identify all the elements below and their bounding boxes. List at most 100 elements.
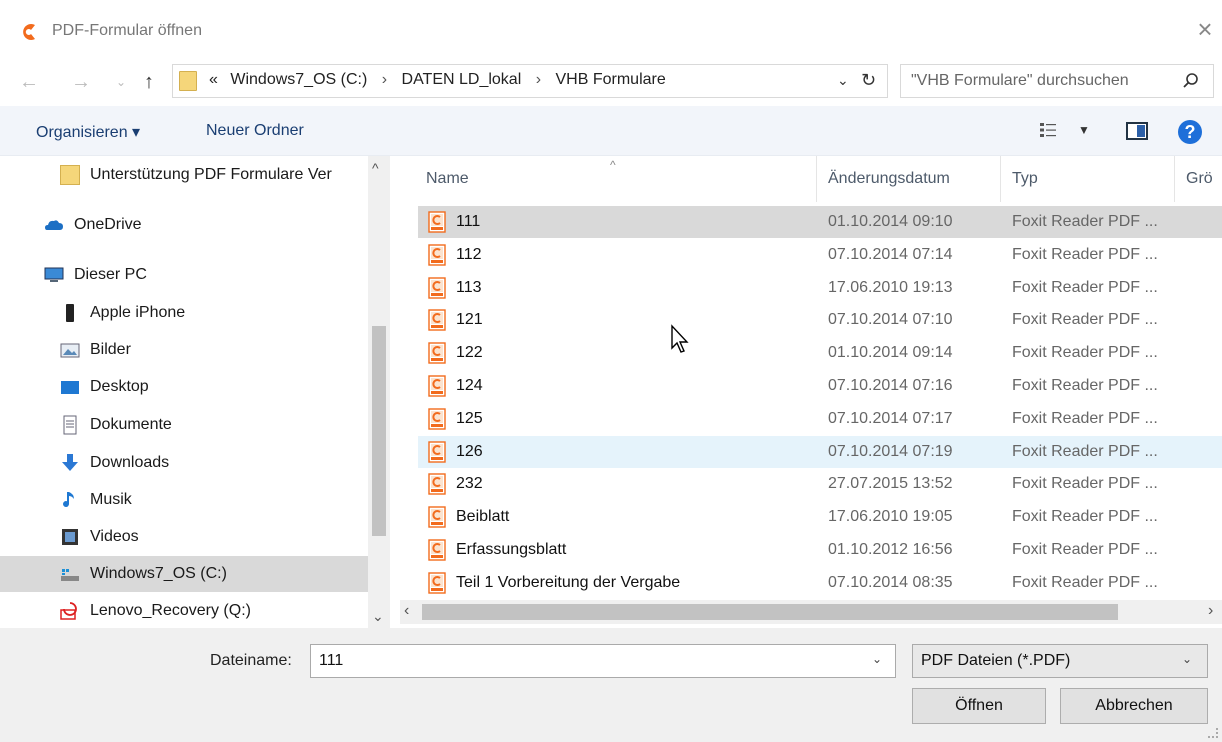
pdf-file-icon — [428, 309, 446, 331]
file-type: Foxit Reader PDF ... — [1012, 410, 1158, 427]
file-name: 124 — [456, 377, 483, 394]
column-header-size[interactable]: Grö — [1186, 170, 1213, 188]
nav-item-label: Desktop — [90, 378, 149, 395]
help-icon[interactable]: ? — [1178, 120, 1202, 144]
breadcrumb-overflow[interactable]: « — [209, 71, 218, 88]
breadcrumb-separator[interactable]: › — [536, 71, 541, 88]
file-type: Foxit Reader PDF ... — [1012, 574, 1158, 591]
file-type: Foxit Reader PDF ... — [1012, 377, 1158, 394]
column-header-date[interactable]: Änderungsdatum — [828, 170, 950, 188]
nav-item-musik[interactable]: Musik — [0, 483, 368, 517]
scroll-right-icon[interactable]: › — [1208, 602, 1213, 620]
chevron-down-icon[interactable]: ⌄ — [1182, 652, 1192, 666]
recent-locations-chevron-icon[interactable]: ⌄ — [110, 70, 132, 94]
back-arrow-icon[interactable]: ← — [18, 70, 40, 94]
filename-input[interactable]: 111 — [310, 644, 896, 678]
table-row[interactable]: 125 07.10.2014 07:17 Foxit Reader PDF ... — [418, 403, 1222, 435]
nav-item-unterstuetzung[interactable]: Unterstützung PDF Formulare Ver — [0, 158, 368, 192]
pdf-file-icon — [428, 539, 446, 561]
scroll-up-icon[interactable]: ^ — [372, 160, 379, 176]
nav-item-desktop[interactable]: Desktop — [0, 370, 368, 404]
nav-item-downloads[interactable]: Downloads — [0, 446, 368, 480]
table-row[interactable]: Teil 1 Vorbereitung der Vergabe 07.10.201… — [418, 567, 1222, 599]
nav-item-label: Musik — [90, 491, 132, 508]
column-divider[interactable] — [816, 156, 817, 202]
scrollbar-thumb[interactable] — [372, 326, 386, 536]
scrollbar-thumb[interactable] — [422, 604, 1118, 620]
file-type: Foxit Reader PDF ... — [1012, 213, 1158, 230]
table-row[interactable]: 111 01.10.2014 09:10 Foxit Reader PDF ... — [418, 206, 1222, 238]
nav-item-bilder[interactable]: Bilder — [0, 333, 368, 367]
file-name: 232 — [456, 475, 483, 492]
file-name: 125 — [456, 410, 483, 427]
drive-icon — [61, 569, 79, 581]
column-divider[interactable] — [1174, 156, 1175, 202]
filetype-select[interactable]: PDF Dateien (*.PDF) — [912, 644, 1208, 678]
breadcrumb-item[interactable]: VHB Formulare — [556, 71, 666, 88]
file-list-horizontal-scrollbar[interactable]: ‹ › — [400, 600, 1222, 624]
breadcrumb-separator[interactable]: › — [382, 71, 387, 88]
table-row[interactable]: 113 17.06.2010 19:13 Foxit Reader PDF ... — [418, 272, 1222, 304]
chevron-down-icon[interactable]: ⌄ — [872, 652, 882, 666]
file-name: Beiblatt — [456, 508, 510, 525]
nav-pane-scrollbar[interactable]: ^ ⌄ — [368, 156, 390, 628]
scroll-left-icon[interactable]: ‹ — [404, 602, 409, 620]
search-icon[interactable] — [1181, 71, 1201, 91]
table-row[interactable]: 112 07.10.2014 07:14 Foxit Reader PDF ... — [418, 239, 1222, 271]
resize-grip-icon[interactable] — [1208, 728, 1218, 738]
column-header-name[interactable]: Name — [426, 170, 469, 188]
scroll-down-icon[interactable]: ⌄ — [372, 608, 384, 625]
nav-item-apple-iphone[interactable]: Apple iPhone — [0, 296, 368, 330]
nav-item-videos[interactable]: Videos — [0, 520, 368, 554]
nav-item-windows7-os[interactable]: Windows7_OS (C:) — [0, 556, 368, 592]
file-date: 07.10.2014 07:19 — [828, 443, 953, 460]
breadcrumb-item[interactable]: Windows7_OS (C:) — [230, 71, 367, 88]
phone-icon — [66, 304, 74, 322]
open-button[interactable]: Öffnen — [912, 688, 1046, 724]
computer-icon — [44, 267, 64, 282]
breadcrumb-item[interactable]: DATEN LD_lokal — [402, 71, 522, 88]
folder-icon — [179, 71, 197, 91]
table-row[interactable]: 232 27.07.2015 13:52 Foxit Reader PDF ... — [418, 468, 1222, 500]
new-folder-button[interactable]: Neuer Ordner — [206, 122, 304, 140]
column-divider[interactable] — [1000, 156, 1001, 202]
pdf-file-icon — [428, 572, 446, 594]
column-header-type[interactable]: Typ — [1012, 170, 1038, 188]
file-type: Foxit Reader PDF ... — [1012, 475, 1158, 492]
pdf-file-icon — [428, 408, 446, 430]
table-row[interactable]: Erfassungsblatt 01.10.2012 16:56 Foxit Rea… — [418, 534, 1222, 566]
search-placeholder: "VHB Formulare" durchsuchen — [911, 72, 1129, 89]
up-arrow-icon[interactable]: ↑ — [138, 70, 160, 94]
address-bar[interactable]: « Windows7_OS (C:) › DATEN LD_lokal › VH… — [172, 64, 888, 98]
nav-item-dieser-pc[interactable]: Dieser PC — [0, 258, 368, 292]
forward-arrow-icon[interactable]: → — [70, 70, 92, 94]
nav-item-label: Downloads — [90, 454, 170, 471]
nav-item-label: Windows7_OS (C:) — [90, 565, 227, 582]
table-row[interactable]: 121 07.10.2014 07:10 Foxit Reader PDF ... — [418, 304, 1222, 336]
organize-button[interactable]: Organisieren ▾ — [36, 122, 140, 142]
chevron-down-icon[interactable]: ⌄ — [837, 72, 849, 89]
table-row[interactable]: 124 07.10.2014 07:16 Foxit Reader PDF ... — [418, 370, 1222, 402]
close-icon[interactable]: × — [1192, 16, 1218, 42]
file-name: Erfassungsblatt — [456, 541, 567, 558]
file-type: Foxit Reader PDF ... — [1012, 443, 1158, 460]
view-dropdown-icon[interactable]: ▼ — [1078, 123, 1090, 137]
music-icon — [63, 492, 74, 508]
nav-item-onedrive[interactable]: OneDrive — [0, 208, 368, 242]
nav-item-lenovo-recovery[interactable]: Lenovo_Recovery (Q:) — [0, 594, 368, 628]
view-options-icon[interactable] — [1038, 120, 1058, 140]
pdf-file-icon — [428, 277, 446, 299]
file-date: 01.10.2014 09:10 — [828, 213, 953, 230]
refresh-icon[interactable]: ↻ — [861, 70, 876, 91]
table-row[interactable]: 126 07.10.2014 07:19 Foxit Reader PDF ... — [418, 436, 1222, 468]
preview-pane-icon[interactable] — [1126, 122, 1148, 140]
cancel-button[interactable]: Abbrechen — [1060, 688, 1208, 724]
folder-icon — [60, 165, 80, 185]
search-input[interactable]: "VHB Formulare" durchsuchen — [900, 64, 1214, 98]
file-date: 17.06.2010 19:05 — [828, 508, 953, 525]
pdf-file-icon — [428, 342, 446, 364]
table-row[interactable]: Beiblatt 17.06.2010 19:05 Foxit Reader PDF… — [418, 501, 1222, 533]
nav-item-dokumente[interactable]: Dokumente — [0, 408, 368, 442]
table-row[interactable]: 122 01.10.2014 09:14 Foxit Reader PDF ... — [418, 337, 1222, 369]
pictures-icon — [60, 343, 80, 358]
